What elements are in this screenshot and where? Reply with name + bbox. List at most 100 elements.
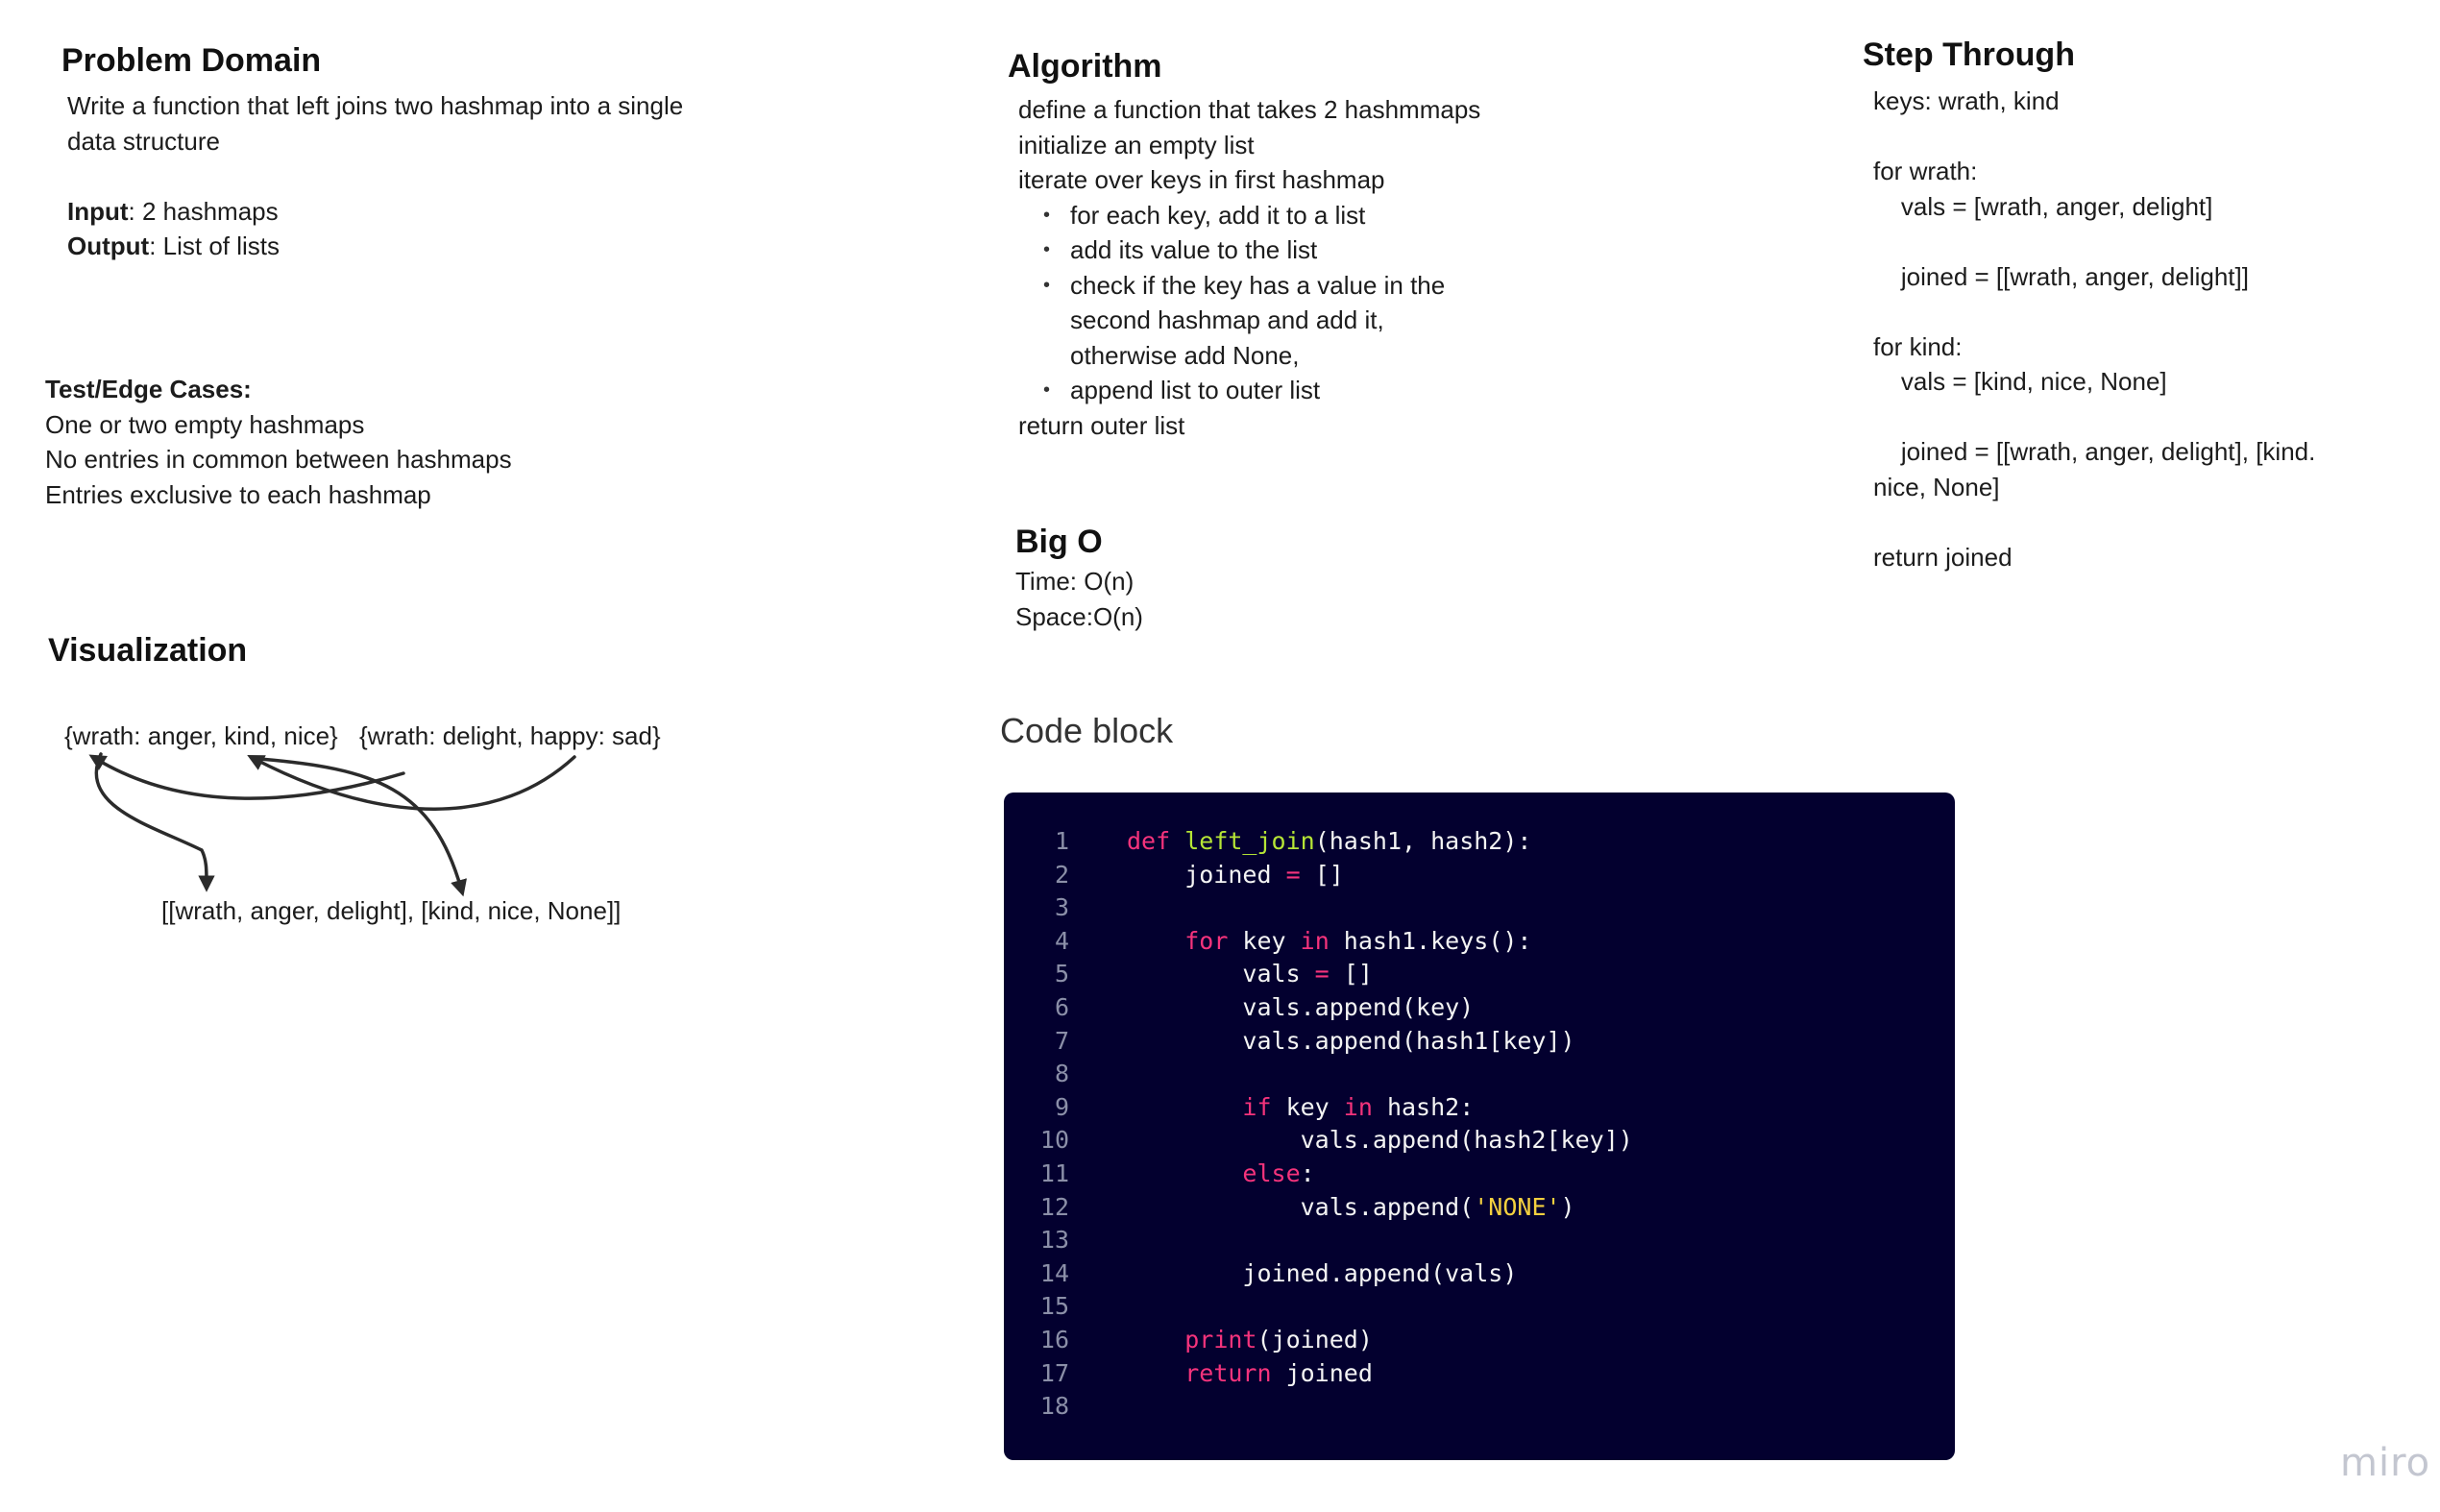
step-through-line: joined = [[wrath, anger, delight]]: [1873, 261, 2249, 291]
line-number: 17: [1039, 1358, 1069, 1387]
code-line: 17 return joined: [1004, 1357, 1373, 1391]
line-number: 15: [1039, 1292, 1069, 1321]
step-through-line: [1873, 400, 2315, 435]
arrow-wrath-to-result: [94, 752, 215, 892]
line-number: 4: [1054, 926, 1069, 955]
code-token: vals.append(hash1[key]): [1127, 1026, 1575, 1055]
code-text: else:: [1127, 1158, 1315, 1191]
line-number: 9: [1054, 1092, 1069, 1121]
big-o-title: Big O: [1015, 524, 1103, 560]
code-line: 1 def left_join(hash1, hash2):: [1004, 825, 1532, 859]
algorithm-step: initialize an empty list: [1018, 130, 1255, 159]
code-token: []: [1300, 860, 1344, 889]
code-text: if key in hash2:: [1127, 1091, 1474, 1125]
code-token: hash1.keys():: [1329, 926, 1532, 955]
algorithm-substeps: for each key, add it to a list add its v…: [1018, 198, 1480, 408]
step-through-line: [1873, 119, 2315, 155]
step-through-line: for wrath:: [1873, 157, 1978, 185]
code-line: 11 else:: [1004, 1158, 1315, 1191]
big-o-body: Time: O(n) Space:O(n): [1015, 564, 1143, 634]
code-line: 9 if key in hash2:: [1004, 1091, 1474, 1125]
code-text: for key in hash1.keys():: [1127, 925, 1531, 959]
algorithm-substep-line: second hashmap and add it,: [1070, 305, 1384, 334]
code-token: vals.append(hash2[key]): [1127, 1126, 1633, 1155]
code-keyword: =: [1314, 960, 1330, 988]
code-keyword: return: [1184, 1358, 1272, 1387]
code-line: 18: [1004, 1390, 1127, 1424]
code-line: 7 vals.append(hash1[key]): [1004, 1025, 1575, 1059]
code-token: :: [1300, 1159, 1315, 1187]
space-complexity: Space:O(n): [1015, 601, 1143, 631]
line-number: 3: [1054, 893, 1069, 922]
line-number: 1: [1054, 827, 1069, 855]
code-token: joined: [1271, 1358, 1373, 1387]
code-block[interactable]: 1 def left_join(hash1, hash2): 2 joined = …: [1004, 793, 1955, 1460]
step-through-body: keys: wrath, kind for wrath: vals = [wrat…: [1873, 84, 2315, 574]
arrow-kind-to-result: [257, 757, 468, 897]
code-token: key: [1271, 1092, 1344, 1121]
code-line: 8: [1004, 1058, 1127, 1091]
line-number: 18: [1039, 1392, 1069, 1421]
code-string: 'NONE': [1474, 1192, 1561, 1221]
line-number: 7: [1054, 1026, 1069, 1055]
code-keyword: for: [1184, 926, 1229, 955]
code-token: (hash1, hash2):: [1314, 827, 1532, 855]
code-keyword: in: [1343, 1092, 1373, 1121]
line-number: 11: [1039, 1159, 1069, 1187]
algorithm-substep: check if the key has a value in the seco…: [1018, 268, 1480, 374]
code-text: print(joined): [1127, 1324, 1373, 1357]
line-number: 8: [1054, 1060, 1069, 1088]
line-number: 14: [1039, 1258, 1069, 1287]
algorithm-substep-line: check if the key has a value in the: [1070, 270, 1446, 300]
algorithm-substep: add its value to the list: [1018, 232, 1480, 268]
step-through-line: keys: wrath, kind: [1873, 86, 2060, 115]
step-through-line: [1873, 504, 2315, 540]
code-line: 14 joined.append(vals): [1004, 1257, 1518, 1291]
algorithm-title: Algorithm: [1008, 48, 1162, 85]
code-line: 2 joined = []: [1004, 859, 1344, 892]
arrow-hash2-wrath-to-hash1: [88, 754, 405, 800]
code-token: vals.append(: [1127, 1192, 1475, 1221]
code-text: vals.append(key): [1127, 991, 1474, 1025]
code-text: joined = []: [1127, 859, 1344, 892]
step-through-line: for kind:: [1873, 331, 1963, 361]
code-keyword: =: [1285, 860, 1301, 889]
code-text: def left_join(hash1, hash2):: [1127, 825, 1531, 859]
miro-logo: miro: [2340, 1441, 2431, 1485]
code-token: joined: [1127, 860, 1286, 889]
code-keyword: else: [1242, 1159, 1301, 1187]
step-through-title: Step Through: [1863, 37, 2075, 73]
line-number: 6: [1054, 993, 1069, 1021]
code-keyword: in: [1300, 926, 1330, 955]
step-through-line: vals = [wrath, anger, delight]: [1873, 191, 2213, 221]
step-through-line: [1873, 224, 2315, 259]
algorithm-substep-line: otherwise add None,: [1070, 340, 1300, 370]
code-token: hash2:: [1372, 1092, 1475, 1121]
code-text: vals.append(hash2[key]): [1127, 1124, 1633, 1158]
code-line: 15: [1004, 1290, 1127, 1324]
code-keyword: if: [1242, 1092, 1272, 1121]
step-through-line: nice, None]: [1873, 472, 2000, 501]
code-function-name: left_join: [1184, 827, 1315, 855]
code-keyword: print: [1184, 1326, 1257, 1353]
algorithm-step: define a function that takes 2 hashmmaps: [1018, 95, 1481, 124]
line-number: 2: [1054, 860, 1069, 889]
code-line: 16 print(joined): [1004, 1324, 1373, 1357]
code-text: joined.append(vals): [1127, 1257, 1517, 1291]
line-number: 16: [1039, 1326, 1069, 1353]
code-line: 10 vals.append(hash2[key]): [1004, 1124, 1633, 1158]
step-through-line: vals = [kind, nice, None]: [1873, 367, 2167, 396]
code-line: 6 vals.append(key): [1004, 991, 1474, 1025]
code-line: 12 vals.append('NONE'): [1004, 1191, 1575, 1225]
code-text: return joined: [1127, 1357, 1373, 1391]
code-line: 5 vals = []: [1004, 958, 1373, 991]
code-line: 4 for key in hash1.keys():: [1004, 925, 1532, 959]
code-token: ): [1560, 1192, 1575, 1221]
line-number: 10: [1039, 1126, 1069, 1155]
line-number: 5: [1054, 960, 1069, 988]
algorithm-step: iterate over keys in first hashmap: [1018, 165, 1385, 194]
